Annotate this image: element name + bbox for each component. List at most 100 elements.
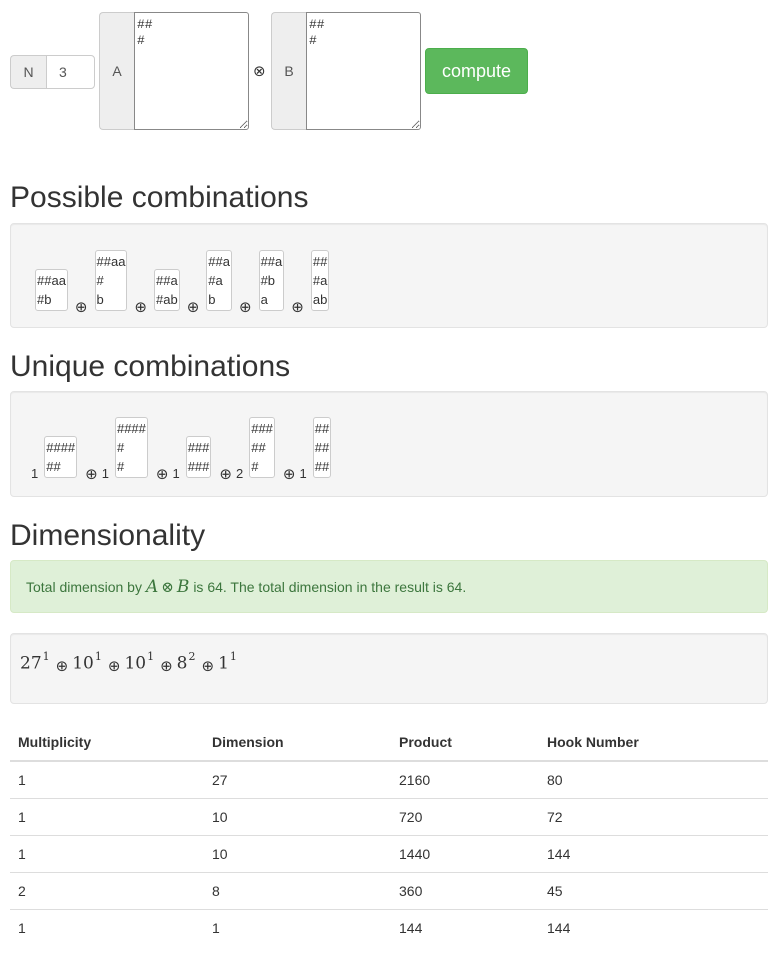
multiplicity-label: 1 [101,466,109,481]
cell-multiplicity: 1 [10,835,204,873]
cell-dimension: 10 [204,835,391,873]
n-label: N [10,55,46,89]
b-diagram-textarea[interactable]: ## # [306,12,421,130]
a-diagram-textarea[interactable]: ## # [134,12,249,130]
n-input-group: N [10,55,95,89]
tableau-row: #b [37,292,52,307]
alert-prefix-text: Total dimension by [26,578,142,595]
tableau-row: ## [312,254,328,269]
dimension-exponent: 1 [42,650,50,663]
young-tableau: ##a #a b [206,250,232,311]
tableau-row: ## [314,421,330,436]
young-tableau: ##a #b a [258,250,285,311]
dimension-exponent: 1 [147,650,155,663]
header-hook-number: Hook Number [539,724,768,762]
table-header-row: Multiplicity Dimension Product Hook Numb… [10,724,768,762]
cell-hook-number: 80 [539,761,768,799]
tableau-row: #a [312,273,328,288]
dimensionality-heading: Dimensionality [10,519,206,552]
possible-combinations-heading: Possible combinations [10,181,309,214]
oplus-symbol: ⊕ [155,466,169,483]
cell-multiplicity: 1 [10,761,204,799]
cell-hook-number: 144 [547,919,571,936]
cell-product: 1440 [391,835,539,873]
tableau-row: ### [251,421,273,436]
alert-result-text: is 64. The total dimension in the result… [193,578,467,595]
young-tableau: ###### [44,436,78,478]
tableau-row: ## [251,440,266,455]
multiplicity-label: 1 [299,466,307,481]
compute-button[interactable]: compute [425,48,528,94]
possible-combinations-panel: ##aa #b ⊕ ##aa # b ⊕ ##a #ab ⊕ ##a #a b ⊕ ##a #b a ⊕ ## #a a… [10,223,768,328]
multiplicity-label: 2 [235,466,244,481]
table-row: 1 27 2160 80 [10,761,768,799]
dimension-base: 10 [72,653,94,674]
table-row: 1 10 720 72 [10,798,768,836]
input-form: N A ## # ⊗ B ## # compute [10,12,610,132]
alert-math-expression: A ⊗ B [146,577,189,597]
young-tableau: ##a #ab [154,269,180,311]
tableau-row: #ab [156,292,178,307]
dimension-exponent: 1 [229,650,237,663]
a-input-group: A ## # [99,12,249,130]
oplus-symbol: ⊕ [219,466,232,483]
header-multiplicity: Multiplicity [10,724,204,762]
oplus-symbol: ⊕ [160,656,173,675]
young-tableau: ###### [185,436,212,478]
cell-hook-number: 45 [539,872,768,910]
young-tableau: ###### [312,417,332,478]
dimension-base: 27 [20,653,42,674]
table-row: 2 8 360 45 [10,872,768,910]
dimension-term: 82 [177,650,196,674]
cell-hook-number: 72 [539,798,768,836]
tableau-row: ##a [208,254,230,269]
tableau-row: # [251,459,259,474]
young-tableau: ##aa#b [94,250,128,311]
a-label: A [99,12,134,130]
tableau-row: ab [312,292,328,307]
tableau-row: ## [314,459,330,474]
oplus-symbol: ⊕ [107,656,121,675]
cell-multiplicity: 2 [10,872,204,910]
cell-dimension: 1 [212,919,220,936]
results-table: Multiplicity Dimension Product Hook Numb… [10,724,768,946]
tableau-row: # [116,459,125,474]
oplus-symbol: ⊕ [74,299,88,316]
tableau-row: #a [208,273,223,288]
b-label: B [271,12,306,130]
math-b: B [176,576,190,597]
oplus-symbol: ⊕ [291,299,304,316]
oplus-symbol: ⊕ [186,299,200,316]
young-tableau: ###### [114,417,148,478]
dimension-summary-alert: Total dimension by A ⊗ B is 64. The total … [10,560,768,613]
tableau-row: # [96,273,104,288]
tableau-row: b [96,292,104,307]
cell-multiplicity: 1 [10,798,204,836]
dimension-sum-expression: 271 ⊕ 101 ⊕ 101 ⊕ 82 ⊕ 11 [20,650,237,675]
unique-combinations-list: 1 #### ## ⊕ 1 #### # # ⊕ 1 ### ### ⊕ 2 ### ## # ⊕ 1 ## ## ## [31,411,332,482]
tableau-row: #b [260,273,276,288]
dimension-term: 101 [124,650,155,674]
dimension-base: 1 [218,653,229,674]
oplus-symbol: ⊕ [238,299,252,316]
multiplicity-label: 1 [172,466,180,481]
dimension-term: 271 [20,650,50,674]
header-dimension: Dimension [204,724,391,762]
n-input[interactable] [46,55,95,89]
tableau-row: b [208,292,216,307]
cell-dimension: 10 [204,798,391,836]
tableau-row: ##a [156,273,178,288]
table-row: 1 1 144 144 [10,909,768,946]
oplus-symbol: ⊕ [134,299,147,316]
young-tableau: ##aa#b [35,269,68,311]
oplus-symbol: ⊕ [282,466,296,483]
tableau-row: ### [187,440,210,455]
dimension-term: 11 [218,650,237,674]
cell-dimension: 27 [204,761,391,799]
oplus-symbol: ⊕ [55,656,69,675]
cell-multiplicity: 1 [18,919,26,936]
b-input-group: B ## # [271,12,421,130]
young-tableau: ## #a ab [310,250,330,311]
cell-hook-number: 144 [539,835,768,873]
cell-product: 720 [391,798,539,836]
